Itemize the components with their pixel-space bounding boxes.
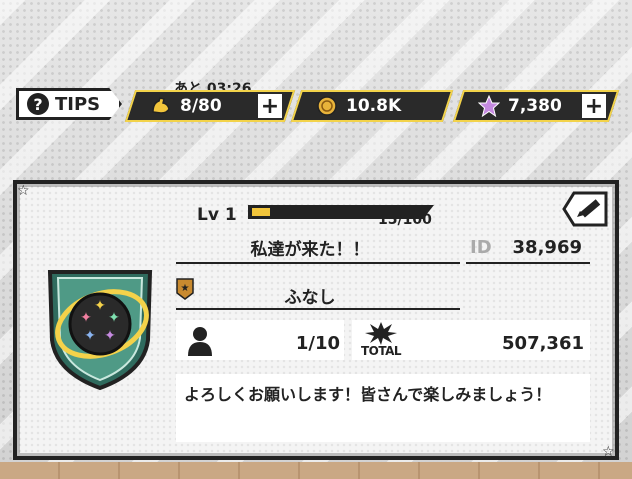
level-label: Lv 1 — [197, 205, 237, 225]
total-power: 507,361 — [502, 333, 584, 354]
question-icon: ? — [27, 93, 49, 115]
edit-profile-button[interactable] — [560, 190, 610, 228]
id-label: ID — [470, 237, 492, 258]
svg-text:✦: ✦ — [94, 298, 106, 314]
tips-button[interactable]: ? TIPS — [16, 88, 122, 120]
muscle-icon — [150, 95, 172, 117]
svg-text:✦: ✦ — [80, 310, 92, 326]
person-icon — [187, 326, 213, 360]
gem-value: 7,380 — [508, 96, 562, 116]
svg-text:✦: ✦ — [84, 328, 96, 344]
gem-bar: 7,380 + — [452, 90, 620, 122]
profile-comment: よろしくお願いします！皆さんで楽しみましょう！ — [176, 374, 590, 442]
player-id: 38,969 — [512, 237, 582, 258]
add-stamina-button[interactable]: + — [258, 94, 282, 119]
coin-value: 10.8K — [346, 96, 402, 116]
svg-text:✦: ✦ — [104, 328, 116, 344]
divider — [176, 308, 460, 310]
xp-fill — [252, 208, 270, 216]
stamina-bar: 8/80 + — [124, 90, 296, 122]
add-gems-button[interactable]: + — [582, 94, 606, 119]
guild-emblem: ✦ ✦ ✦ ✦ ✦ — [40, 262, 160, 392]
xp-text: 15/100 — [378, 212, 432, 228]
divider — [466, 262, 590, 264]
floor — [0, 462, 632, 479]
corner-star-icon: ☆ — [602, 444, 615, 460]
svg-text:✦: ✦ — [108, 310, 120, 326]
member-count: 1/10 — [295, 333, 340, 354]
star-gem-icon — [478, 95, 500, 117]
coin-icon — [316, 95, 338, 117]
corner-star-icon: ☆ — [17, 183, 30, 199]
divider — [176, 262, 460, 264]
coin-bar: 10.8K — [290, 90, 454, 122]
player-name: 私達が来た！！ — [250, 240, 370, 260]
total-label: TOTAL — [361, 344, 402, 358]
stamina-value: 8/80 — [180, 96, 222, 116]
tips-label: TIPS — [55, 93, 101, 115]
guild-name: ふなし — [284, 288, 336, 308]
